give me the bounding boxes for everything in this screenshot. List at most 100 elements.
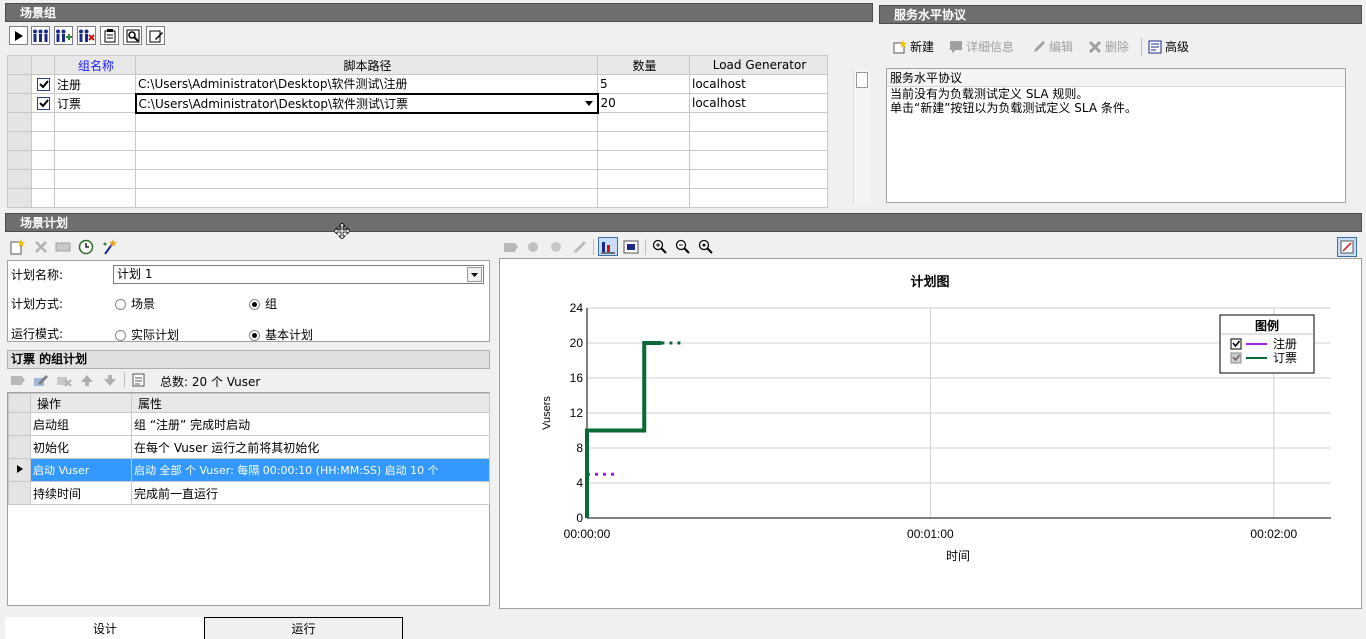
chart-delete-icon[interactable] — [549, 239, 565, 255]
script-path-cell[interactable]: C:\Users\Administrator\Desktop\软件测试\注册 — [135, 74, 598, 94]
x-axis-label: 时间 — [946, 549, 970, 563]
table-row[interactable] — [7, 150, 828, 170]
remove-group-button[interactable] — [77, 26, 96, 45]
y-tick-label: 24 — [570, 301, 584, 315]
chevron-down-icon[interactable] — [583, 97, 595, 109]
table-row[interactable]: 启动组 组 “注册” 完成时启动 — [8, 412, 490, 436]
action-cell[interactable]: 启动组 — [30, 412, 132, 436]
table-row[interactable]: 订票 C:\Users\Administrator\Desktop\软件测试\订… — [7, 92, 828, 114]
view-script-button[interactable] — [123, 26, 142, 45]
group-enabled-checkbox[interactable] — [36, 97, 50, 110]
chevron-down-icon[interactable] — [467, 267, 482, 282]
action-cell[interactable]: 持续时间 — [30, 481, 132, 505]
run-mode-label: 运行模式: — [11, 327, 64, 341]
toolbar-separator — [1141, 38, 1142, 56]
tab-run[interactable]: 运行 — [204, 617, 403, 639]
quantity-cell[interactable]: 5 — [597, 74, 690, 94]
table-row[interactable] — [7, 169, 828, 189]
chart-edit-icon[interactable] — [526, 239, 542, 255]
column-header-property[interactable]: 属性 — [131, 393, 490, 413]
column-header-quantity[interactable]: 数量 — [597, 55, 690, 75]
schedule-name-select[interactable]: 计划 1 — [113, 265, 484, 284]
chart-view-icon — [601, 242, 615, 254]
move-up-icon[interactable] — [79, 372, 95, 388]
start-scenario-button[interactable] — [9, 26, 28, 45]
chart-pencil-icon[interactable] — [572, 239, 588, 255]
load-generator-cell[interactable]: localhost — [689, 93, 828, 113]
group-name-cell[interactable]: 订票 — [54, 93, 136, 113]
zoom-reset-icon[interactable] — [698, 239, 714, 255]
schedule-wizard-icon[interactable] — [101, 239, 117, 255]
table-row[interactable]: 初始化 在每个 Vuser 运行之前将其初始化 — [8, 435, 490, 459]
chart-legend-toggle-button[interactable] — [1337, 237, 1357, 257]
rename-schedule-icon[interactable] — [55, 239, 71, 255]
sla-advanced-button[interactable]: 高级 — [1148, 38, 1189, 56]
zoom-out-icon[interactable] — [675, 239, 691, 255]
scenario-group-table: 组名称 脚本路径 数量 Load Generator 注册 C:\Users\A… — [7, 55, 828, 208]
chart-add-icon[interactable] — [503, 239, 519, 255]
property-cell[interactable]: 组 “注册” 完成时启动 — [131, 412, 490, 436]
sla-message-line2: 单击“新建”按钮以为负载测试定义 SLA 条件。 — [890, 101, 1137, 115]
property-cell[interactable]: 启动 全部 个 Vuser: 每隔 00:00:10 (HH:MM:SS) 启动… — [131, 458, 490, 482]
group-name-cell[interactable]: 注册 — [54, 74, 136, 94]
table-row[interactable]: 持续时间 完成前一直运行 — [8, 481, 490, 505]
table-row[interactable] — [7, 131, 828, 151]
scrollbar-thumb[interactable] — [856, 72, 868, 88]
run-mode-basic-radio[interactable]: 基本计划 — [249, 326, 313, 343]
move-down-icon[interactable] — [102, 372, 118, 388]
edit-action-icon[interactable] — [33, 372, 49, 388]
column-header-script-path[interactable]: 脚本路径 — [135, 55, 598, 75]
edit-script-button[interactable] — [146, 26, 165, 45]
quantity-cell[interactable]: 20 — [597, 93, 690, 113]
sla-message-line1: 当前没有为负载测试定义 SLA 规则。 — [890, 87, 1089, 101]
chart-settings-icon — [1340, 240, 1354, 254]
check-icon — [38, 99, 49, 108]
full-view-icon[interactable] — [623, 239, 639, 255]
group-table-scrollbar[interactable] — [853, 70, 870, 204]
delete-action-icon[interactable] — [56, 372, 72, 388]
sla-delete-button[interactable]: 删除 — [1088, 38, 1129, 56]
schedule-clock-icon[interactable] — [78, 239, 94, 255]
property-cell[interactable]: 完成前一直运行 — [131, 481, 490, 505]
script-path-dropdown[interactable]: C:\Users\Administrator\Desktop\软件测试\订票 — [134, 92, 599, 114]
add-action-icon[interactable] — [10, 372, 26, 388]
action-cell[interactable]: 初始化 — [30, 435, 132, 459]
vusers-button[interactable] — [31, 26, 50, 45]
table-row[interactable] — [7, 188, 828, 208]
new-schedule-icon[interactable] — [10, 239, 26, 255]
radio-icon — [115, 299, 126, 310]
details-icon — [950, 41, 962, 53]
load-generator-cell[interactable]: localhost — [689, 74, 828, 94]
group-details-button[interactable] — [100, 26, 119, 45]
column-header-group-name[interactable]: 组名称 — [54, 55, 136, 75]
column-header-action[interactable]: 操作 — [30, 393, 132, 413]
schedule-title: 场景计划 — [5, 213, 1362, 232]
group-plan-header: 订票 的组计划 — [7, 350, 490, 369]
sla-new-button[interactable]: 新建 — [893, 38, 934, 56]
sla-details-button[interactable]: 详细信息 — [949, 38, 1014, 56]
tab-design[interactable]: 设计 — [5, 617, 205, 639]
chart-legend[interactable]: 图例 注册 订票 — [1219, 314, 1315, 374]
delete-schedule-icon[interactable] — [33, 239, 49, 255]
view-script-icon — [126, 29, 139, 42]
group-enabled-checkbox[interactable] — [36, 78, 50, 91]
add-group-button[interactable] — [54, 26, 73, 45]
sla-title: 服务水平协议 — [879, 5, 1362, 24]
scenario-group-title: 场景组 — [5, 3, 873, 22]
table-row[interactable] — [7, 112, 828, 132]
action-cell[interactable]: 启动 Vuser — [30, 458, 132, 482]
schedule-mode-scenario-radio[interactable]: 场景 — [115, 295, 155, 312]
x-tick-label: 00:02:00 — [1250, 527, 1297, 541]
chart-view-toggle-button[interactable] — [598, 237, 618, 256]
property-cell[interactable]: 在每个 Vuser 运行之前将其初始化 — [131, 435, 490, 459]
group-summary-icon[interactable] — [131, 372, 147, 388]
schedule-mode-group-radio[interactable]: 组 — [249, 295, 277, 312]
zoom-in-icon[interactable] — [652, 239, 668, 255]
sla-edit-button[interactable]: 编辑 — [1032, 38, 1073, 56]
run-mode-real-radio[interactable]: 实际计划 — [115, 326, 179, 343]
toolbar-separator — [645, 239, 646, 255]
row-pointer-icon — [16, 465, 23, 473]
column-header-load-generator[interactable]: Load Generator — [689, 55, 828, 75]
table-row[interactable]: 启动 Vuser 启动 全部 个 Vuser: 每隔 00:00:10 (HH:… — [8, 458, 490, 482]
table-row[interactable]: 注册 C:\Users\Administrator\Desktop\软件测试\注… — [7, 74, 828, 94]
